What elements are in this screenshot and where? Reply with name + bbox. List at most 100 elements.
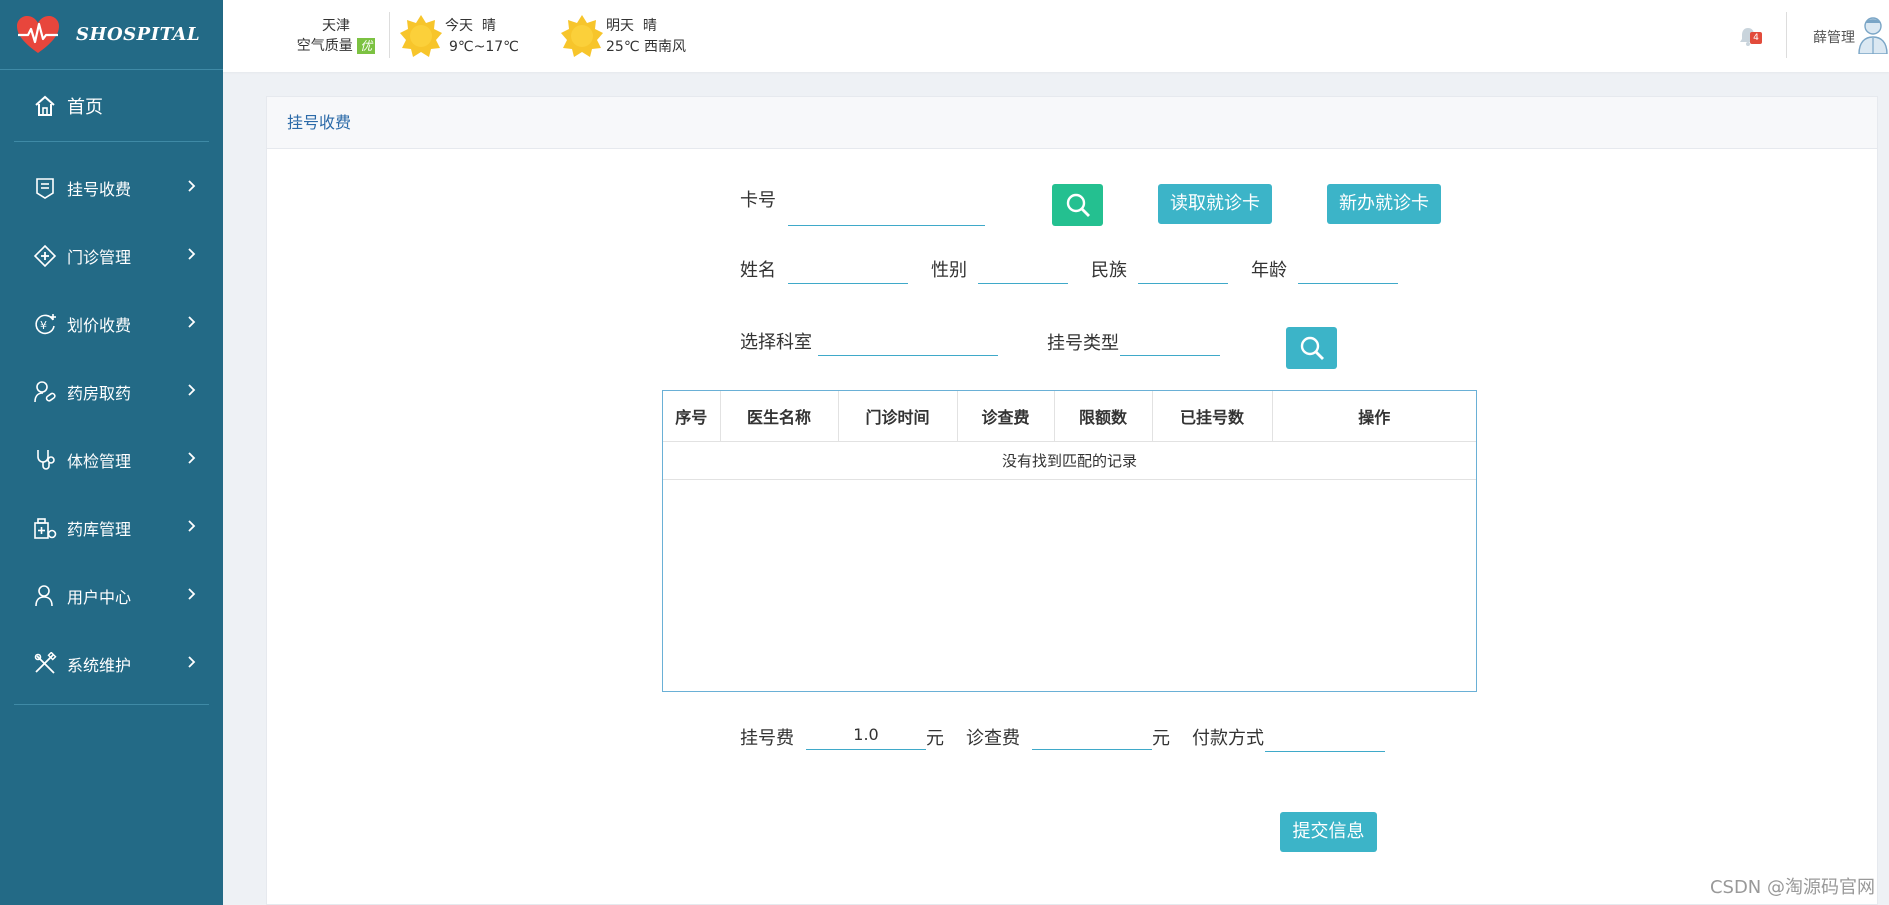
sidebar-item-label: 用户中心 bbox=[67, 588, 132, 607]
sidebar-item-user-center[interactable]: 用户中心 bbox=[14, 562, 209, 630]
sun-icon bbox=[561, 15, 603, 57]
col-registered-count[interactable]: 已挂号数 bbox=[1152, 391, 1273, 442]
department-label: 选择科室 bbox=[740, 332, 812, 353]
divider bbox=[389, 12, 390, 58]
col-limit[interactable]: 限额数 bbox=[1054, 391, 1153, 442]
tomorrow-detail: 25℃ 西南风 bbox=[606, 39, 686, 55]
doctor-table: 序号 医生名称 门诊时间 诊查费 限额数 已挂号数 操作 没有找到匹配的记录 bbox=[662, 390, 1477, 692]
card-search-button[interactable] bbox=[1052, 184, 1103, 226]
weather-today: 今天 晴 9℃~17℃ bbox=[445, 16, 519, 58]
exam-fee-input[interactable] bbox=[1032, 720, 1152, 750]
sidebar-item-pricing[interactable]: ¥ 划价收费 bbox=[14, 290, 209, 358]
sidebar-item-label: 划价收费 bbox=[67, 316, 132, 335]
heart-pulse-logo-icon bbox=[17, 15, 59, 53]
sidebar-item-pharmacy[interactable]: 药房取药 bbox=[14, 358, 209, 426]
new-card-button[interactable]: 新办就诊卡 bbox=[1327, 184, 1441, 224]
col-actions: 操作 bbox=[1272, 391, 1476, 442]
submit-button[interactable]: 提交信息 bbox=[1280, 812, 1377, 852]
notification-badge: 4 bbox=[1750, 32, 1762, 44]
user-icon bbox=[35, 585, 53, 607]
reg-fee-input[interactable] bbox=[806, 720, 926, 750]
clinic-icon bbox=[33, 244, 57, 268]
top-bar: 天津 空气质量 优 今天 晴 9℃~17℃ 明天 晴 25℃ 西南风 4 薛管理 bbox=[223, 0, 1889, 72]
sidebar-item-label: 系统维护 bbox=[67, 656, 132, 675]
age-label: 年龄 bbox=[1251, 260, 1287, 281]
card-number-label: 卡号 bbox=[740, 190, 776, 211]
tomorrow-label: 明天 bbox=[606, 18, 634, 34]
payment-method-select[interactable] bbox=[1265, 722, 1385, 752]
department-select[interactable] bbox=[818, 326, 998, 356]
chevron-right-icon bbox=[188, 316, 196, 328]
search-icon bbox=[1300, 336, 1324, 360]
chevron-right-icon bbox=[188, 384, 196, 396]
sidebar-item-label: 药房取药 bbox=[67, 384, 132, 403]
col-exam-fee[interactable]: 诊查费 bbox=[957, 391, 1055, 442]
city-name: 天津 bbox=[322, 18, 350, 34]
sidebar-item-system[interactable]: 系统维护 bbox=[14, 630, 209, 698]
sidebar-item-label: 挂号收费 bbox=[67, 180, 132, 199]
stethoscope-icon bbox=[37, 450, 55, 470]
sidebar-item-checkup[interactable]: 体检管理 bbox=[14, 426, 209, 494]
tools-icon bbox=[34, 652, 57, 674]
doctor-search-button[interactable] bbox=[1286, 327, 1337, 369]
col-doctor-name[interactable]: 医生名称 bbox=[720, 391, 839, 442]
ethnicity-label: 民族 bbox=[1091, 260, 1127, 281]
age-input[interactable] bbox=[1298, 254, 1398, 284]
pharmacy-icon bbox=[34, 381, 56, 403]
divider bbox=[1786, 12, 1787, 58]
name-label: 姓名 bbox=[740, 260, 776, 281]
name-input[interactable] bbox=[788, 254, 908, 284]
sidebar-menu: 挂号收费 门诊管理 ¥ 划价收费 药房取药 体检管理 药库管理 用户中心 系统维… bbox=[14, 154, 209, 705]
user-name[interactable]: 薛管理 bbox=[1813, 27, 1855, 47]
table-row: 没有找到匹配的记录 bbox=[663, 441, 1476, 480]
gender-input[interactable] bbox=[978, 254, 1068, 284]
ethnicity-input[interactable] bbox=[1138, 254, 1228, 284]
sidebar-item-label: 体检管理 bbox=[67, 452, 132, 471]
empty-message: 没有找到匹配的记录 bbox=[663, 441, 1476, 480]
panel-title: 挂号收费 bbox=[267, 97, 1877, 149]
chevron-right-icon bbox=[188, 180, 196, 192]
reg-type-select[interactable] bbox=[1120, 326, 1220, 356]
sidebar-item-drug-storage[interactable]: 药库管理 bbox=[14, 494, 209, 562]
col-index[interactable]: 序号 bbox=[663, 391, 721, 442]
sidebar-item-clinic[interactable]: 门诊管理 bbox=[14, 222, 209, 290]
brand[interactable]: SHOSPITAL bbox=[0, 0, 223, 70]
home-icon bbox=[35, 95, 55, 116]
sidebar-item-register[interactable]: 挂号收费 bbox=[14, 154, 209, 222]
exam-fee-unit: 元 bbox=[1152, 728, 1170, 749]
sidebar-item-label: 药库管理 bbox=[67, 520, 132, 539]
exam-fee-label: 诊查费 bbox=[966, 728, 1020, 749]
sidebar-item-label: 首页 bbox=[67, 96, 103, 118]
brand-name: SHOSPITAL bbox=[76, 24, 201, 45]
sidebar: SHOSPITAL 首页 挂号收费 门诊管理 ¥ 划价收费 药房取药 体检管理 … bbox=[0, 0, 223, 905]
svg-text:¥: ¥ bbox=[40, 319, 47, 332]
reg-fee-unit: 元 bbox=[926, 728, 944, 749]
col-clinic-time[interactable]: 门诊时间 bbox=[838, 391, 958, 442]
avatar[interactable] bbox=[1857, 14, 1889, 54]
card-number-input[interactable] bbox=[788, 196, 985, 226]
chevron-right-icon bbox=[188, 248, 196, 260]
air-quality: 空气质量 优 bbox=[291, 36, 381, 56]
chevron-right-icon bbox=[188, 520, 196, 532]
pricing-icon: ¥ bbox=[35, 314, 56, 335]
sidebar-item-home[interactable]: 首页 bbox=[14, 70, 209, 142]
reg-fee-label: 挂号费 bbox=[740, 728, 794, 749]
gender-label: 性别 bbox=[931, 260, 967, 281]
watermark: CSDN @淘源码官网 bbox=[1709, 877, 1875, 898]
chevron-right-icon bbox=[188, 656, 196, 668]
weather-city-block: 天津 空气质量 优 bbox=[291, 16, 381, 56]
air-quality-label: 空气质量 bbox=[296, 38, 353, 54]
table-header-row: 序号 医生名称 门诊时间 诊查费 限额数 已挂号数 操作 bbox=[663, 391, 1476, 442]
drug-storage-icon bbox=[34, 518, 57, 539]
read-card-button[interactable]: 读取就诊卡 bbox=[1158, 184, 1272, 224]
sidebar-item-label: 门诊管理 bbox=[67, 248, 132, 267]
today-label: 今天 bbox=[445, 18, 473, 34]
weather-tomorrow: 明天 晴 25℃ 西南风 bbox=[606, 16, 686, 58]
chevron-right-icon bbox=[188, 452, 196, 464]
tomorrow-condition: 晴 bbox=[642, 18, 657, 34]
search-icon bbox=[1066, 193, 1090, 217]
reg-type-label: 挂号类型 bbox=[1047, 333, 1119, 354]
today-temp: 9℃~17℃ bbox=[449, 39, 519, 55]
doctor-table-grid: 序号 医生名称 门诊时间 诊查费 限额数 已挂号数 操作 没有找到匹配的记录 bbox=[663, 391, 1476, 480]
chevron-right-icon bbox=[188, 588, 196, 600]
